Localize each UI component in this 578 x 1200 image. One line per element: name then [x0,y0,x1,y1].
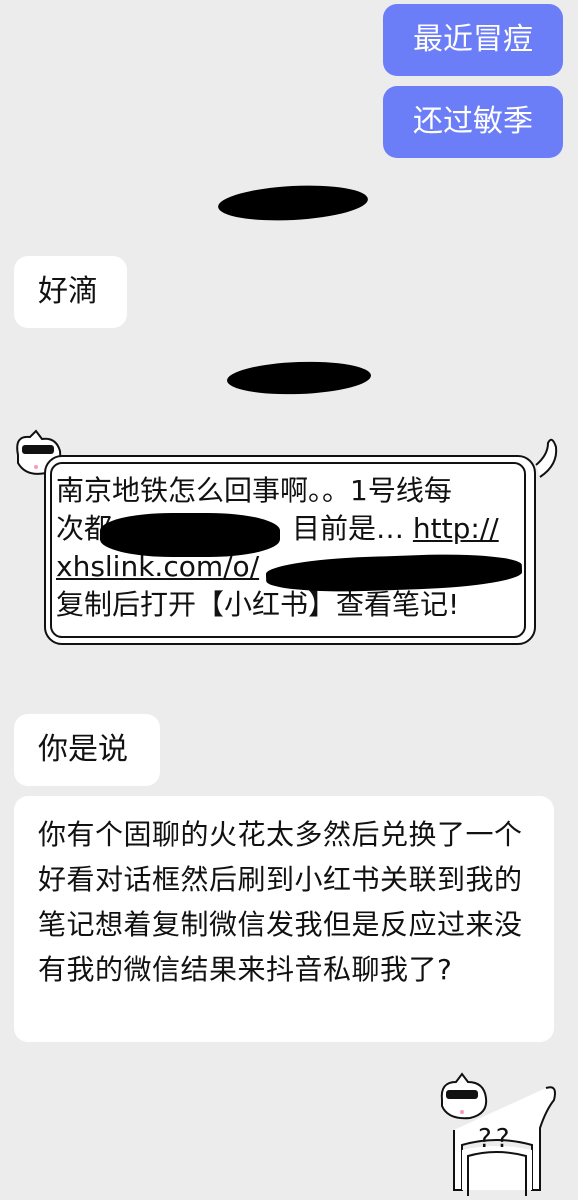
sticker-text: ?? [478,1124,514,1154]
message-text-long: 你有个固聊的火花太多然后兑换了一个好看对话框然后刷到小红书关联到我的笔记想着复制… [38,818,523,986]
card-line-4: 复制后打开【小红书】查看笔记! [56,588,460,621]
redaction-mark [226,359,372,397]
message-text: 好滴 [38,274,98,309]
redaction-mark [100,513,280,557]
card-link[interactable]: http:// [413,512,499,545]
message-text: 最近冒痘 [413,22,533,57]
received-message-1[interactable]: 好滴 [14,256,127,328]
message-text: 你是说 [38,732,128,767]
sent-message-2[interactable]: 还过敏季 [383,86,563,158]
message-text: 还过敏季 [413,104,533,139]
sent-message-1[interactable]: 最近冒痘 [383,4,563,76]
card-line-1: 南京地铁怎么回事啊。。1号线每 [56,474,452,507]
redaction-mark [217,182,369,224]
received-message-2[interactable]: 你是说 [14,714,160,786]
